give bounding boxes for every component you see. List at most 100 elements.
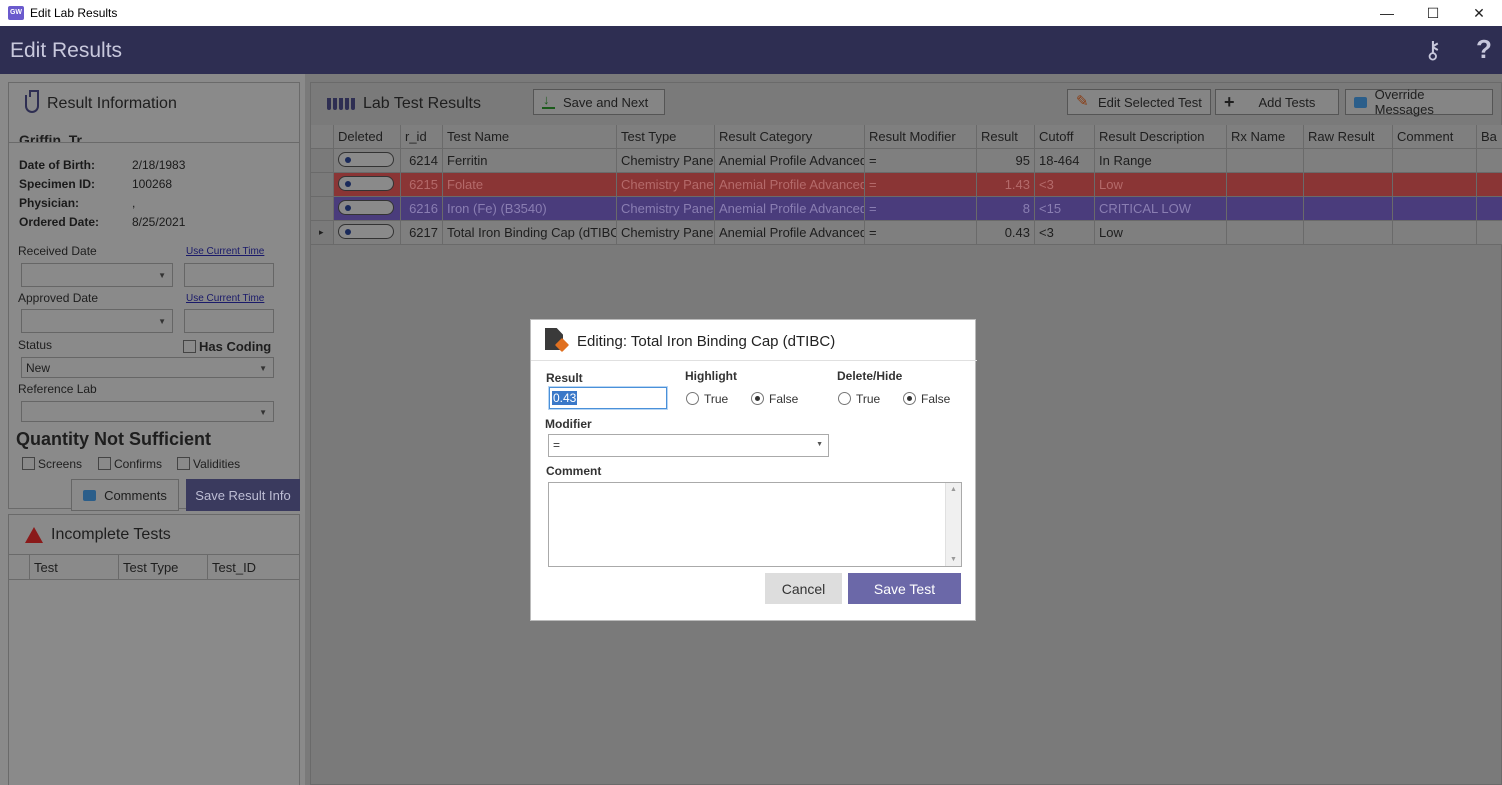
test-tubes-icon: [327, 98, 355, 110]
confirms-checkbox[interactable]: [98, 457, 111, 470]
result-category-cell: Anemial Profile Advanced: [715, 221, 865, 245]
deleted-cell[interactable]: [334, 197, 401, 221]
save-result-info-button[interactable]: Save Result Info: [186, 479, 300, 511]
screens-checkbox[interactable]: [22, 457, 35, 470]
deleted-toggle[interactable]: [338, 224, 394, 239]
column-header-raw-result[interactable]: Raw Result: [1304, 125, 1393, 149]
override-messages-label: Override Messages: [1374, 87, 1434, 117]
comment-scrollbar[interactable]: ▲ ▼: [945, 483, 961, 566]
column-header-test-id[interactable]: Test_ID: [208, 555, 300, 579]
incomplete-tests-header: Incomplete Tests: [9, 515, 299, 555]
highlight-true-radio[interactable]: [686, 392, 699, 405]
comment-label: Comment: [546, 464, 602, 478]
flask-icon: [25, 90, 39, 113]
column-header-cutoff[interactable]: Cutoff: [1035, 125, 1095, 149]
deleted-cell[interactable]: [334, 173, 401, 197]
column-header-test[interactable]: Test: [30, 555, 119, 579]
lab-test-results-header: Lab Test Results: [327, 95, 481, 113]
result-description-cell: Low: [1095, 221, 1227, 245]
plus-icon: +: [1224, 91, 1235, 112]
received-time-input[interactable]: [184, 263, 274, 287]
override-messages-button[interactable]: Override Messages: [1345, 87, 1493, 117]
row-marker: [311, 197, 334, 221]
left-panel: Result Information Griffin, Tr... Date o…: [0, 74, 305, 785]
result-cell: 95: [977, 149, 1035, 173]
test-name-cell: Total Iron Binding Cap (dTIBC): [443, 221, 617, 245]
validities-checkbox[interactable]: [177, 457, 190, 470]
maximize-icon[interactable]: ☐: [1410, 0, 1456, 26]
save-test-button[interactable]: Save Test: [848, 573, 961, 604]
table-row[interactable]: 6214 Ferritin Chemistry Panel Anemial Pr…: [311, 149, 1502, 173]
help-icon[interactable]: ?: [1476, 34, 1492, 65]
table-row[interactable]: 6215 Folate Chemistry Panel Anemial Prof…: [311, 173, 1502, 197]
column-header-rx-name[interactable]: Rx Name: [1227, 125, 1304, 149]
comments-button[interactable]: Comments: [71, 479, 179, 511]
deleted-cell[interactable]: [334, 221, 401, 245]
deleted-toggle[interactable]: [338, 176, 394, 191]
row-header-cell: [8, 555, 30, 579]
column-header-deleted[interactable]: Deleted: [334, 125, 401, 149]
page-title: Edit Results: [10, 39, 123, 62]
result-input[interactable]: 0.43: [549, 387, 667, 409]
column-header-test-name[interactable]: Test Name: [443, 125, 617, 149]
cutoff-cell: <15: [1035, 197, 1095, 221]
row-marker: [311, 173, 334, 197]
close-icon[interactable]: ✕: [1456, 0, 1502, 26]
batch-cell: [1477, 221, 1502, 245]
approved-time-input[interactable]: [184, 309, 274, 333]
column-header-result-modifier[interactable]: Result Modifier: [865, 125, 977, 149]
status-select[interactable]: New ▼: [21, 357, 274, 378]
scroll-up-icon[interactable]: ▲: [950, 486, 957, 493]
chevron-down-icon: ▼: [259, 408, 267, 417]
keys-icon[interactable]: ⚷: [1424, 36, 1442, 65]
physician-label: Physician:: [19, 195, 80, 210]
received-date-picker[interactable]: ▼: [21, 263, 173, 287]
add-tests-button[interactable]: + Add Tests: [1215, 89, 1339, 115]
deleted-toggle[interactable]: [338, 152, 394, 167]
table-row[interactable]: 6216 Iron (Fe) (B3540) Chemistry Panel A…: [311, 197, 1502, 221]
has-coding-checkbox[interactable]: [183, 340, 196, 353]
edit-selected-test-button[interactable]: Edit Selected Test: [1067, 89, 1211, 115]
column-header-result[interactable]: Result: [977, 125, 1035, 149]
delete-true-radio[interactable]: [838, 392, 851, 405]
result-label: Result: [546, 371, 583, 385]
highlight-false-label: False: [769, 392, 799, 406]
result-modifier-cell: =: [865, 173, 977, 197]
minimize-icon[interactable]: —: [1364, 0, 1410, 26]
column-header-result-category[interactable]: Result Category: [715, 125, 865, 149]
status-label: Status: [18, 338, 53, 352]
column-header-batch[interactable]: Ba: [1477, 125, 1502, 149]
result-cell: 8: [977, 197, 1035, 221]
window-titlebar: GW Edit Lab Results — ☐ ✕: [0, 0, 1502, 26]
column-header-test-type[interactable]: Test Type: [119, 555, 208, 579]
test-type-cell: Chemistry Panel: [617, 149, 715, 173]
save-and-next-button[interactable]: Save and Next: [533, 89, 665, 115]
received-use-current-time-link[interactable]: Use Current Time: [186, 246, 264, 257]
highlight-false-radio[interactable]: [751, 392, 764, 405]
approved-use-current-time-link[interactable]: Use Current Time: [186, 293, 264, 304]
column-header-r-id[interactable]: r_id: [401, 125, 443, 149]
info-row-ordered: Ordered Date: 8/25/2021: [9, 212, 299, 231]
comment-textarea[interactable]: ▲ ▼: [548, 482, 962, 567]
reference-lab-select[interactable]: ▼: [21, 401, 274, 422]
comment-cell: [1393, 173, 1477, 197]
highlight-label: Highlight: [685, 369, 737, 383]
delete-false-radio[interactable]: [903, 392, 916, 405]
comments-button-label: Comments: [104, 487, 167, 503]
deleted-toggle[interactable]: [338, 200, 394, 215]
qns-title: Quantity Not Sufficient: [16, 429, 211, 449]
approved-date-picker[interactable]: ▼: [21, 309, 173, 333]
result-information-header: Result Information: [9, 83, 299, 125]
confirms-label: Confirms: [114, 457, 163, 471]
column-header-comment[interactable]: Comment: [1393, 125, 1477, 149]
column-header-result-description[interactable]: Result Description: [1095, 125, 1227, 149]
result-description-cell: CRITICAL LOW: [1095, 197, 1227, 221]
modifier-select[interactable]: = ▼: [548, 434, 829, 457]
column-header-test-type[interactable]: Test Type: [617, 125, 715, 149]
scroll-down-icon[interactable]: ▼: [950, 556, 957, 563]
cancel-button[interactable]: Cancel: [765, 573, 842, 604]
table-row-selected[interactable]: ▸ 6217 Total Iron Binding Cap (dTIBC) Ch…: [311, 221, 1502, 245]
app-header: Edit Results ⚷ ?: [0, 26, 1502, 74]
deleted-cell[interactable]: [334, 149, 401, 173]
test-name-cell: Folate: [443, 173, 617, 197]
